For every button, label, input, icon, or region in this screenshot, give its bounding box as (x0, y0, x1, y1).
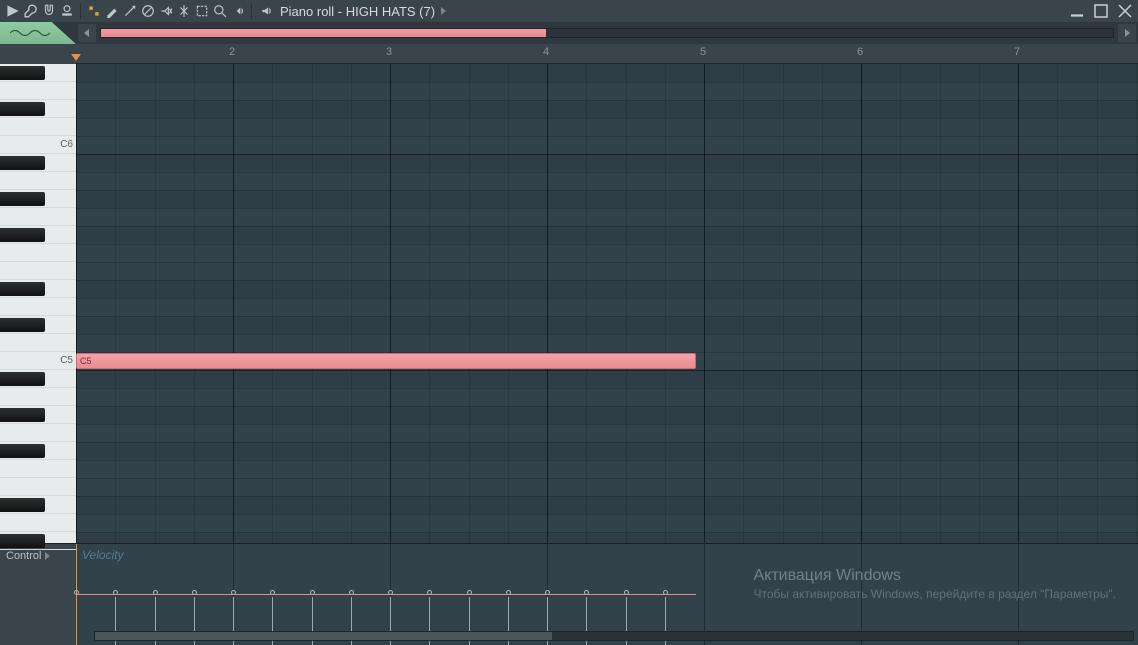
velocity-scroll-thumb[interactable] (95, 632, 552, 640)
velocity-panel: Control Velocity (0, 543, 1138, 645)
window-controls (1068, 0, 1134, 22)
toolbar: Piano roll - HIGH HATS (7) (0, 0, 1138, 22)
brush-icon[interactable] (103, 2, 121, 20)
waveform-icon (10, 28, 56, 38)
bar-ruler[interactable]: 2 3 4 5 6 7 (0, 44, 1138, 64)
wand-icon[interactable] (121, 2, 139, 20)
velocity-editor[interactable]: Velocity (76, 544, 1138, 645)
black-key[interactable] (0, 156, 45, 170)
timeline-scrollbar[interactable] (100, 28, 1114, 38)
ruler-corner (0, 44, 76, 64)
ruler-bar-number: 2 (229, 44, 235, 58)
mutetool-icon[interactable] (157, 2, 175, 20)
velocity-left[interactable]: Control (0, 544, 76, 645)
black-key[interactable] (0, 372, 45, 386)
channel-tab[interactable] (0, 22, 76, 44)
ruler-bar-number: 5 (700, 44, 706, 58)
magnet-icon[interactable] (40, 2, 58, 20)
velocity-note-line (76, 594, 696, 595)
wrench-icon[interactable] (22, 2, 40, 20)
key-label: C6 (60, 139, 73, 150)
speaker-icon (260, 4, 274, 18)
black-key[interactable] (0, 228, 45, 242)
toolbar-separator (80, 3, 81, 19)
snap-icon[interactable] (85, 2, 103, 20)
velocity-label: Velocity (82, 548, 124, 562)
stamp-icon[interactable] (58, 2, 76, 20)
ruler-bar-number: 7 (1014, 44, 1020, 58)
timeline-scroll-area (76, 22, 1138, 44)
black-key[interactable] (0, 192, 45, 206)
zoom-icon[interactable] (211, 2, 229, 20)
subheader (0, 22, 1138, 44)
black-key[interactable] (0, 66, 45, 80)
select-icon[interactable] (193, 2, 211, 20)
ruler-bar-number: 3 (386, 44, 392, 58)
ruler-main[interactable]: 2 3 4 5 6 7 (76, 44, 1138, 64)
close-button[interactable] (1116, 2, 1134, 20)
title-area[interactable]: Piano roll - HIGH HATS (7) (260, 4, 449, 19)
velocity-scrollbar[interactable] (94, 631, 1134, 641)
control-label: Control (6, 550, 41, 562)
scroll-left-button[interactable] (78, 24, 96, 42)
title-dropdown-icon (441, 7, 449, 15)
midi-note[interactable]: C5 (76, 353, 696, 369)
ruler-bar-number: 4 (543, 44, 549, 58)
timeline-scroll-thumb[interactable] (101, 29, 546, 37)
black-key[interactable] (0, 498, 45, 512)
window-title: Piano roll - HIGH HATS (7) (280, 4, 435, 19)
slice-icon[interactable] (175, 2, 193, 20)
black-key[interactable] (0, 318, 45, 332)
black-key[interactable] (0, 444, 45, 458)
play-icon[interactable] (4, 2, 22, 20)
piano-roll-main: C6 C5 C5 (0, 64, 1138, 543)
black-key[interactable] (0, 408, 45, 422)
key-label: C5 (60, 355, 73, 366)
playhead-marker[interactable] (71, 54, 81, 61)
maximize-button[interactable] (1092, 2, 1110, 20)
black-key[interactable] (0, 102, 45, 116)
piano-keys[interactable]: C6 C5 (0, 64, 76, 543)
scroll-right-button[interactable] (1118, 24, 1136, 42)
black-key[interactable] (0, 282, 45, 296)
toolbar-separator-2 (251, 3, 252, 19)
play2-icon[interactable] (229, 2, 247, 20)
black-key[interactable] (0, 534, 45, 548)
control-dropdown-icon (45, 552, 50, 560)
ruler-bar-number: 6 (857, 44, 863, 58)
mute-icon[interactable] (139, 2, 157, 20)
note-grid[interactable]: C5 (76, 64, 1138, 543)
minimize-button[interactable] (1068, 2, 1086, 20)
playhead-cursor[interactable] (76, 544, 77, 645)
